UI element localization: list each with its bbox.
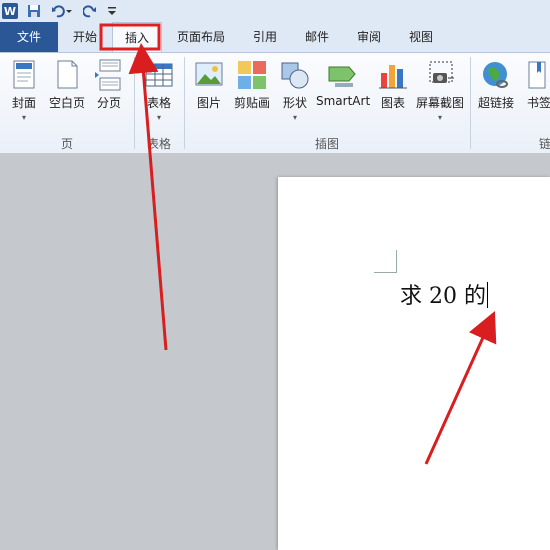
group-separator [470, 57, 471, 149]
quick-access-toolbar: W [0, 0, 550, 23]
save-icon[interactable] [26, 3, 42, 19]
page-break-button[interactable]: 分页 [92, 59, 126, 111]
word-logo-icon[interactable]: W [2, 3, 18, 19]
shapes-label: 形状 [282, 96, 307, 110]
screenshot-button[interactable]: 屏幕截图 ▾ [414, 59, 466, 122]
cover-page-button[interactable]: 封面 ▾ [6, 59, 42, 122]
shapes-dropdown-icon[interactable]: ▾ [278, 113, 312, 122]
shapes-button[interactable]: 形状 ▾ [278, 59, 312, 122]
screenshot-dropdown-icon[interactable]: ▾ [414, 113, 466, 122]
margin-corner-mark [374, 250, 397, 273]
document-page[interactable]: 求 20 的 [278, 177, 550, 550]
bookmark-label: 书签 [526, 96, 550, 110]
tab-file[interactable]: 文件 [0, 22, 58, 52]
table-label: 表格 [146, 96, 171, 110]
globe-icon [480, 59, 512, 91]
cover-page-label: 封面 [11, 96, 36, 110]
picture-icon [193, 59, 225, 91]
smartart-icon [327, 59, 359, 91]
screenshot-icon [424, 59, 456, 91]
clipart-button[interactable]: 剪贴画 [230, 59, 274, 111]
redo-icon[interactable] [82, 3, 98, 19]
hyperlink-label: 超链接 [477, 96, 514, 110]
document-area[interactable]: 求 20 的 [0, 153, 550, 550]
undo-dropdown-icon[interactable] [64, 3, 74, 19]
clipart-icon [236, 59, 268, 91]
document-text-content: 求 20 的 [400, 284, 486, 309]
screenshot-label: 屏幕截图 [415, 96, 464, 110]
ribbon-insert: 封面 ▾ 空白页 分页 页 表格 ▾ 表格 图片 剪贴画 形状 ▾ SmartA… [0, 52, 550, 154]
blank-page-label: 空白页 [48, 96, 85, 110]
hyperlink-button[interactable]: 超链接 [476, 59, 516, 111]
page-break-label: 分页 [96, 96, 121, 110]
svg-text:W: W [4, 5, 16, 18]
tables-group-label: 表格 [146, 137, 171, 151]
page-break-icon [93, 59, 125, 91]
bookmark-icon [523, 59, 550, 91]
chart-button[interactable]: 图表 [376, 59, 410, 111]
document-text[interactable]: 求 20 的 [400, 278, 488, 310]
tab-review[interactable]: 审阅 [346, 22, 392, 52]
pages-group-label: 页 [60, 137, 73, 151]
text-caret [486, 282, 488, 308]
tab-references[interactable]: 引用 [242, 22, 288, 52]
blank-page-button[interactable]: 空白页 [46, 59, 88, 111]
picture-button[interactable]: 图片 [192, 59, 226, 111]
smartart-button[interactable]: SmartArt [316, 59, 370, 108]
blank-page-icon [51, 59, 83, 91]
chart-icon [377, 59, 409, 91]
tab-insert[interactable]: 插入 [112, 22, 162, 53]
links-group-label: 链接 [538, 137, 550, 151]
shapes-icon [279, 59, 311, 91]
customize-toolbar-icon[interactable] [106, 3, 118, 19]
table-button[interactable]: 表格 ▾ [140, 59, 178, 122]
bookmark-button[interactable]: 书签 [522, 59, 550, 111]
illustrations-group-label: 插图 [314, 137, 339, 151]
tab-mailings[interactable]: 邮件 [294, 22, 340, 52]
cover-page-dropdown-icon[interactable]: ▾ [6, 113, 42, 122]
cover-page-icon [8, 59, 40, 91]
tab-view[interactable]: 视图 [398, 22, 444, 52]
tab-home[interactable]: 开始 [62, 22, 108, 52]
table-dropdown-icon[interactable]: ▾ [140, 113, 178, 122]
clipart-label: 剪贴画 [233, 96, 270, 110]
chart-label: 图表 [380, 96, 405, 110]
tab-page-layout[interactable]: 页面布局 [170, 22, 232, 52]
smartart-label: SmartArt [316, 94, 371, 108]
table-icon [143, 59, 175, 91]
picture-label: 图片 [196, 96, 221, 110]
ribbon-tabs: 文件 开始 插入 页面布局 引用 邮件 审阅 视图 [0, 22, 550, 53]
